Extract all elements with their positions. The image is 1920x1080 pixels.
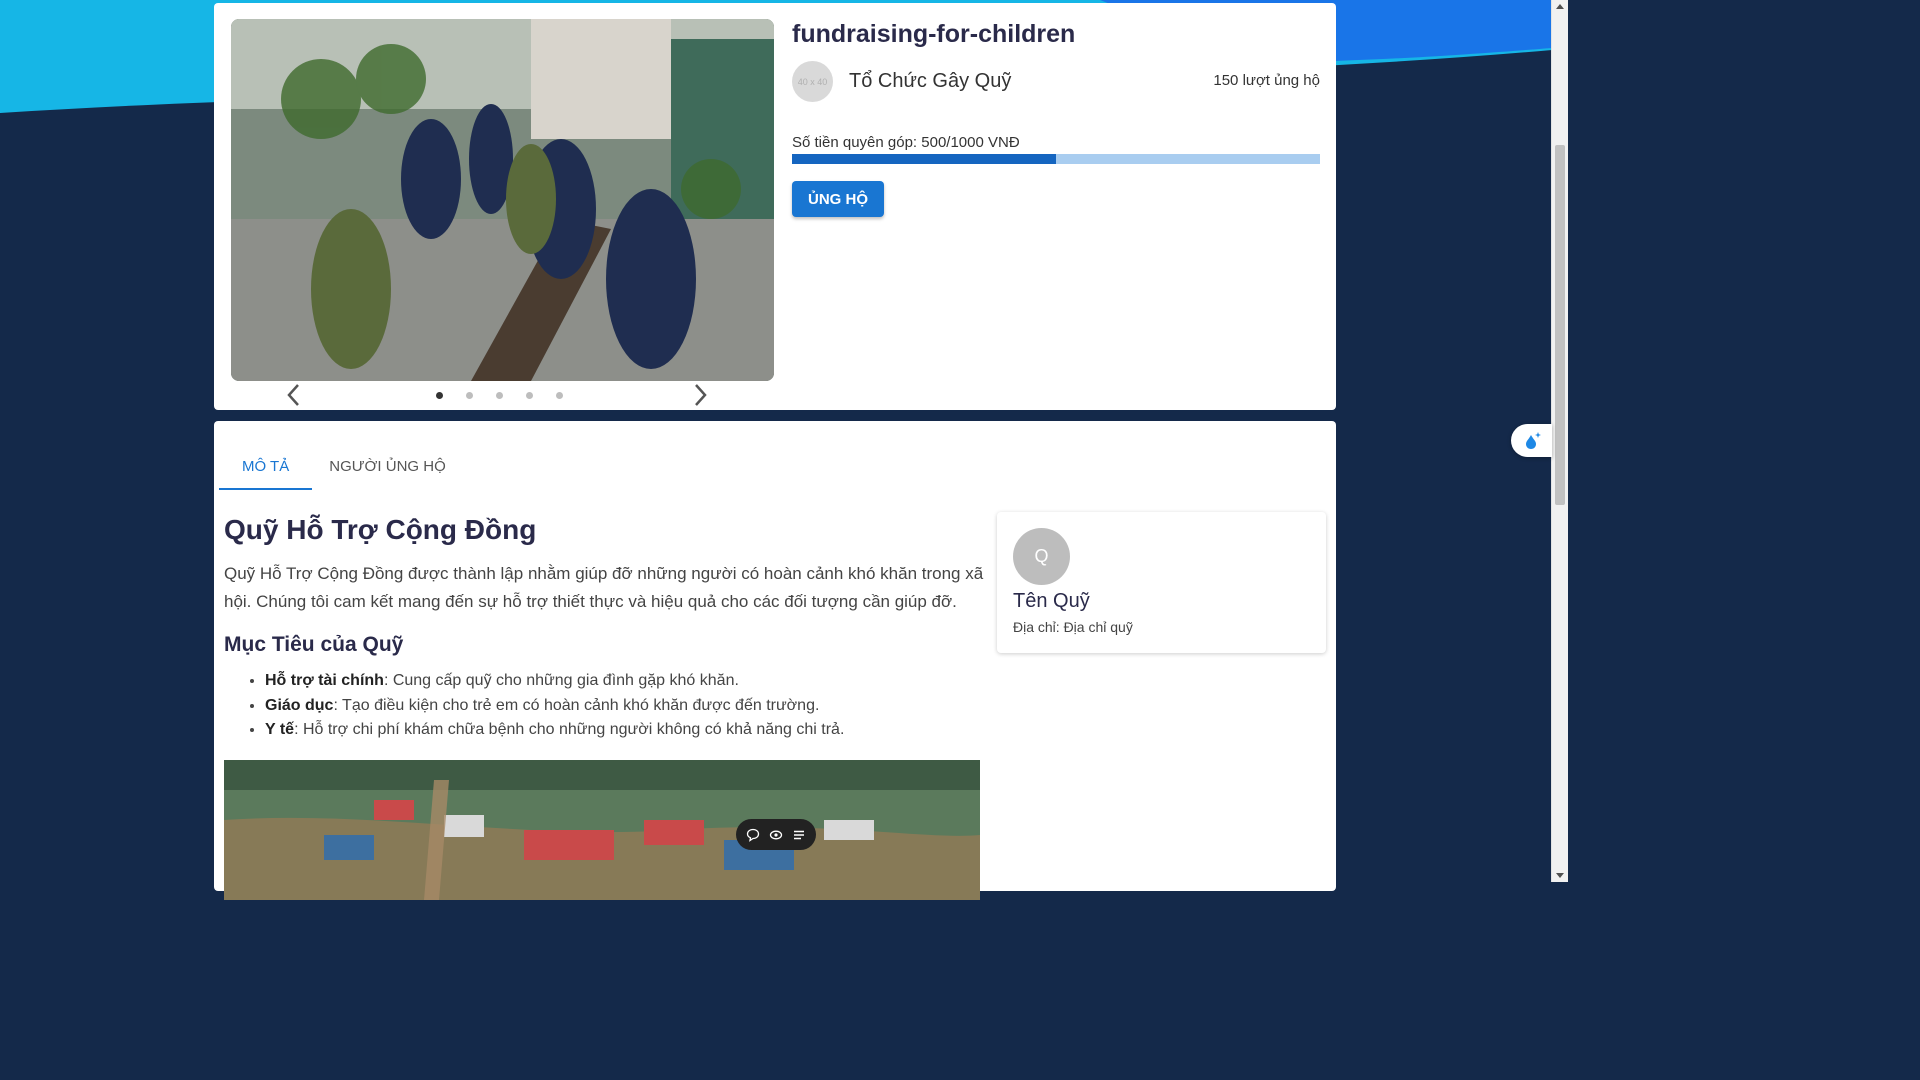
goal-text: : Tạo điều kiện cho trẻ em có hoàn cảnh … [333, 696, 820, 714]
side-floating-widget[interactable] [1511, 424, 1552, 457]
fund-info-card[interactable]: Q Tên Quỹ Địa chỉ: Địa chỉ quỹ [997, 512, 1326, 653]
chevron-right-icon [695, 384, 707, 406]
goal-term: Y tế [265, 721, 295, 738]
fund-address: Địa chỉ: Địa chỉ quỹ [1013, 619, 1133, 635]
progress-fill [792, 154, 1056, 164]
carousel-dot[interactable] [526, 392, 533, 399]
chevron-left-icon [287, 384, 299, 406]
carousel-prev-button[interactable] [286, 383, 310, 407]
goals-heading: Mục Tiêu của Quỹ [224, 633, 404, 656]
carousel-next-button[interactable] [692, 383, 716, 407]
org-name: Tổ Chức Gây Quỹ [849, 70, 1012, 92]
support-button[interactable]: ỦNG HỘ [792, 181, 884, 217]
org-avatar: 40 x 40 [792, 61, 833, 102]
goal-text: : Cung cấp quỹ cho những gia đình gặp kh… [383, 672, 739, 689]
carousel-dot[interactable] [556, 392, 563, 399]
goal-term: Giáo dục [265, 696, 334, 714]
list-icon[interactable] [792, 828, 806, 842]
carousel-dots [436, 392, 563, 399]
fund-avatar: Q [1013, 528, 1070, 585]
list-item: Y tế: Hỗ trợ chi phí khám chữa bệnh cho … [265, 718, 844, 743]
detail-tabs: MÔ TẢ NGƯỜI ỦNG HỘ [219, 444, 463, 490]
scroll-up-icon[interactable] [1556, 4, 1564, 9]
carousel-dot[interactable] [436, 392, 443, 399]
carousel-dot[interactable] [466, 392, 473, 399]
list-item: Giáo dục: Tạo điều kiện cho trẻ em có ho… [265, 694, 844, 719]
carousel-image[interactable] [231, 19, 774, 381]
list-item: Hỗ trợ tài chính: Cung cấp quỹ cho những… [265, 669, 844, 694]
floating-toolbar [736, 819, 816, 850]
description-paragraph: Quỹ Hỗ Trợ Cộng Đồng được thành lập nhằm… [224, 564, 984, 611]
donation-progress-bar [792, 154, 1320, 164]
tab-supporters[interactable]: NGƯỜI ỦNG HỘ [312, 444, 463, 488]
scroll-down-icon[interactable] [1556, 873, 1564, 878]
comment-icon[interactable] [746, 828, 760, 842]
description-heading: Quỹ Hỗ Trợ Cộng Đồng [224, 514, 537, 545]
goal-text: : Hỗ trợ chi phí khám chữa bệnh cho nhữn… [294, 721, 845, 738]
flood-photo [224, 760, 980, 900]
campaign-title: fundraising-for-children [792, 20, 1076, 48]
donation-amount-label: Số tiền quyên góp: 500/1000 VNĐ [792, 134, 1020, 151]
tab-description[interactable]: MÔ TẢ [219, 444, 313, 490]
carousel-dot[interactable] [496, 392, 503, 399]
campaign-header-card: fundraising-for-children 40 x 40 Tổ Chức… [214, 3, 1336, 410]
supports-count: 150 lượt ủng hộ [1213, 72, 1320, 89]
eye-icon[interactable] [769, 828, 783, 842]
goal-term: Hỗ trợ tài chính [265, 672, 384, 689]
fund-name: Tên Quỹ [1013, 590, 1090, 612]
goals-list: Hỗ trợ tài chính: Cung cấp quỹ cho những… [224, 669, 844, 743]
water-drop-sparkle-icon [1525, 431, 1541, 449]
scrollbar-thumb[interactable] [1555, 145, 1565, 505]
page-scrollbar[interactable] [1551, 0, 1568, 882]
